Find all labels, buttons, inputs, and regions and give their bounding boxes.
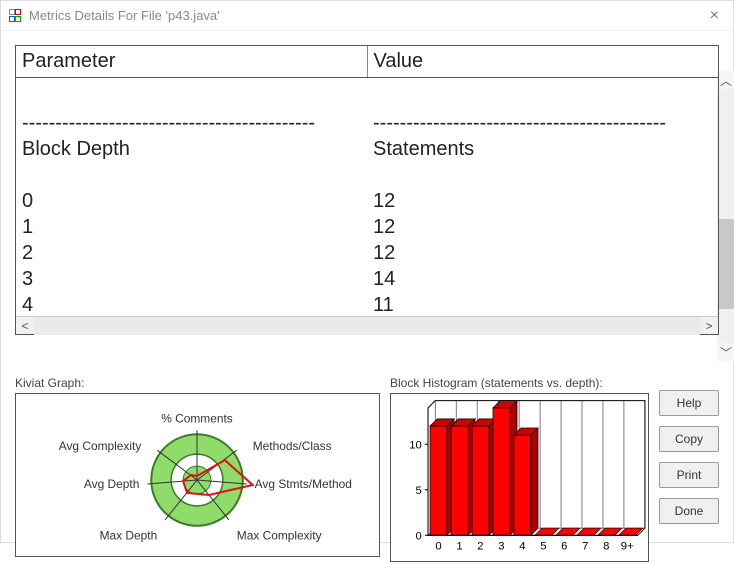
kiviat-label: Kiviat Graph: [15,376,380,390]
svg-text:2: 2 [477,541,483,553]
scroll-left-icon[interactable]: < [16,317,34,335]
content: ︿ ﹀ Parameter Value --------------------… [1,31,733,542]
svg-text:Avg Depth: Avg Depth [84,477,139,491]
histogram-label: Block Histogram (statements vs. depth): [390,376,649,390]
table-row: 1 12 [16,214,718,240]
scroll-right-icon[interactable]: > [700,317,718,335]
svg-text:% Comments: % Comments [161,411,233,425]
table-subheader: Block Depth Statements [16,136,718,162]
vertical-scrollbar[interactable]: ︿ ﹀ [717,71,734,361]
svg-text:Methods/Class: Methods/Class [253,439,332,453]
hscroll-track[interactable] [34,317,700,335]
window-title: Metrics Details For File 'p43.java' [29,8,220,23]
svg-text:10: 10 [409,439,422,451]
table-row: 4 11 [16,292,718,316]
horizontal-scrollbar[interactable]: < > [16,316,718,334]
table-body: ----------------------------------------… [16,78,718,316]
close-icon[interactable]: × [704,7,725,25]
app-icon [9,9,23,23]
button-group: Help Copy Print Done [659,376,719,532]
svg-text:3: 3 [498,541,504,553]
scroll-down-icon[interactable]: ﹀ [717,343,734,361]
table-separator: ----------------------------------------… [16,110,718,136]
subheader-value: Statements [367,136,718,162]
svg-text:Max Complexity: Max Complexity [237,529,322,543]
histogram-chart: 0 5 10 0 1 2 3 4 5 6 7 8 9+ [391,394,648,561]
titlebar: Metrics Details For File 'p43.java' × [1,1,733,31]
scroll-track[interactable] [717,89,734,343]
svg-text:9+: 9+ [621,541,634,553]
svg-text:5: 5 [416,485,422,497]
print-button[interactable]: Print [659,462,719,488]
done-button[interactable]: Done [659,498,719,524]
svg-text:Max Depth: Max Depth [100,529,158,543]
svg-text:Avg Stmts/Method: Avg Stmts/Method [255,477,352,491]
kiviat-chart: % Comments Methods/Class Avg Stmts/Metho… [16,394,379,556]
histogram-col: Block Histogram (statements vs. depth): … [390,376,649,532]
table-spacer [16,162,718,188]
bottom-area: Kiviat Graph: [15,376,719,532]
kiviat-col: Kiviat Graph: [15,376,380,532]
svg-text:Avg Complexity: Avg Complexity [59,439,142,453]
svg-text:1: 1 [456,541,462,553]
table-row: 0 12 [16,188,718,214]
subheader-parameter: Block Depth [16,136,367,162]
scroll-up-icon[interactable]: ︿ [717,71,734,89]
col-value[interactable]: Value [368,46,719,77]
svg-text:8: 8 [603,541,609,553]
help-button[interactable]: Help [659,390,719,416]
table-header: Parameter Value [16,46,718,78]
scroll-thumb[interactable] [718,219,734,309]
table-row: 2 12 [16,240,718,266]
histogram-panel: 0 5 10 0 1 2 3 4 5 6 7 8 9+ [390,393,649,562]
svg-text:4: 4 [519,541,525,553]
svg-text:0: 0 [416,530,422,542]
svg-text:0: 0 [435,541,441,553]
col-parameter[interactable]: Parameter [16,46,368,77]
table-spacer [16,84,718,110]
svg-text:6: 6 [561,541,567,553]
table-row: 3 14 [16,266,718,292]
metrics-table: Parameter Value ------------------------… [15,45,719,335]
kiviat-panel: % Comments Methods/Class Avg Stmts/Metho… [15,393,380,557]
window: Metrics Details For File 'p43.java' × ︿ … [0,0,734,543]
svg-text:5: 5 [540,541,546,553]
copy-button[interactable]: Copy [659,426,719,452]
svg-text:7: 7 [582,541,588,553]
